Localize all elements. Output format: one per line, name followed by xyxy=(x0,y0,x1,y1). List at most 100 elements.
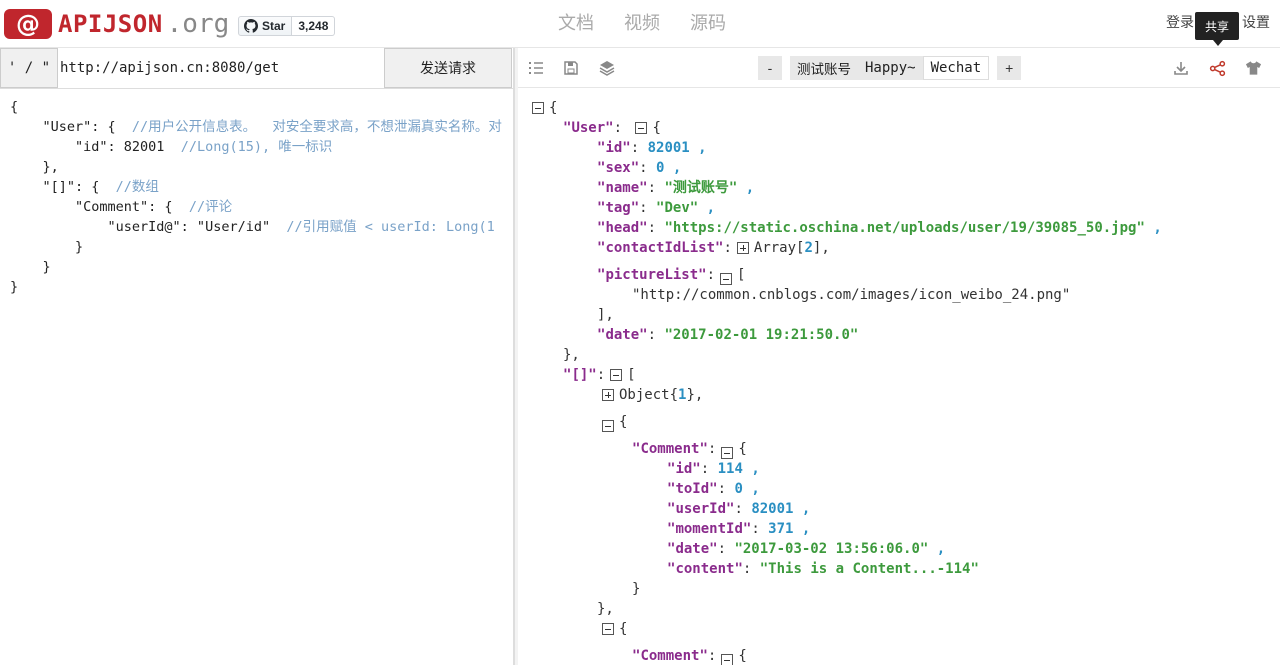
json-value: 114 xyxy=(717,461,743,477)
account-tab-happy[interactable]: Happy~ xyxy=(858,56,923,80)
json-token: " xyxy=(597,140,606,156)
request-code-line: { xyxy=(10,97,513,117)
request-code-text: } xyxy=(10,279,19,295)
request-code-text: "Comment": { xyxy=(10,199,189,215)
send-request-button[interactable]: 发送请求 xyxy=(384,48,512,88)
json-line: " tag ": "Dev" , xyxy=(527,198,1280,218)
json-token: : xyxy=(707,441,717,457)
json-line: " name ": "测试账号" , xyxy=(527,178,1280,198)
json-key: userId xyxy=(675,501,727,517)
github-icon xyxy=(244,19,258,33)
nav-docs[interactable]: 文档 xyxy=(558,10,594,36)
json-token: " xyxy=(667,501,676,517)
json-token: { xyxy=(738,648,747,664)
json-summary: }, xyxy=(686,387,704,403)
json-token: : xyxy=(723,240,732,256)
json-token: , xyxy=(793,521,811,537)
login-link[interactable]: 登录 xyxy=(1166,12,1194,32)
github-star-button[interactable]: Star xyxy=(238,16,293,36)
collapse-toggle-icon[interactable] xyxy=(635,122,648,134)
json-key: id xyxy=(675,461,693,477)
json-key: [] xyxy=(571,367,589,383)
json-token: , xyxy=(742,481,760,497)
collapse-toggle-icon[interactable] xyxy=(721,654,734,665)
json-token: " xyxy=(563,367,572,383)
theme-shirt-icon[interactable] xyxy=(1243,58,1263,78)
json-key: date xyxy=(675,541,710,557)
json-value: 0 xyxy=(656,160,665,176)
collapse-toggle-icon[interactable] xyxy=(532,102,544,114)
account-tab-wechat[interactable]: Wechat xyxy=(922,56,990,80)
expand-toggle-icon[interactable] xyxy=(736,242,749,254)
logo-name: APIJSON xyxy=(58,10,163,38)
collapse-toggle-icon[interactable] xyxy=(720,273,733,285)
json-token: " xyxy=(597,160,606,176)
json-line: }, xyxy=(527,599,1280,619)
github-star-count[interactable]: 3,248 xyxy=(292,16,336,36)
json-token: " xyxy=(667,461,676,477)
json-line: " content ": "This is a Content...-114" xyxy=(527,559,1280,579)
add-account-button[interactable]: + xyxy=(997,56,1022,80)
method-toggle-button[interactable]: ' / " xyxy=(0,48,58,88)
nav-video[interactable]: 视频 xyxy=(624,10,660,36)
request-code-line: "id": 82001 //Long(15), 唯一标识 xyxy=(10,137,513,157)
main-nav: 文档 视频 源码 xyxy=(558,10,756,36)
json-key: Comment xyxy=(640,441,700,457)
json-line: " head ": "https://static.oschina.net/uplo… xyxy=(527,218,1280,238)
json-line: { xyxy=(527,405,1280,432)
json-token: " xyxy=(605,120,614,136)
share-icon[interactable] xyxy=(1207,58,1227,78)
request-code-line: }, xyxy=(10,157,513,177)
remove-account-button[interactable]: - xyxy=(758,56,782,80)
json-value: "This is a Content...-114" xyxy=(759,561,979,577)
save-icon[interactable] xyxy=(561,58,581,78)
request-pane: ' / " 发送请求 { "User": { //用户公开信息表。 对安全要求高… xyxy=(0,48,514,665)
json-value: "2017-02-01 19:21:50.0" xyxy=(664,327,859,343)
download-icon[interactable] xyxy=(1171,58,1191,78)
settings-link[interactable]: 设置 xyxy=(1242,12,1270,32)
request-code-text: }, xyxy=(10,159,59,175)
layers-icon[interactable] xyxy=(597,58,617,78)
json-token: " xyxy=(630,200,640,216)
collapse-toggle-icon[interactable] xyxy=(610,369,623,381)
github-star-label: Star xyxy=(262,19,286,33)
json-token: : xyxy=(717,541,735,557)
json-token: , xyxy=(793,501,811,517)
json-line: " User ": { xyxy=(527,118,1280,138)
expand-toggle-icon[interactable] xyxy=(602,389,614,401)
json-token: , xyxy=(742,461,760,477)
json-token: : xyxy=(700,461,718,477)
json-line: { xyxy=(527,98,1280,118)
response-toolbar: - 测试账号 Happy~ Wechat + xyxy=(518,48,1280,88)
json-token: " xyxy=(632,441,641,457)
json-token: }, xyxy=(563,347,580,363)
collapse-toggle-icon[interactable] xyxy=(602,420,614,432)
url-input[interactable] xyxy=(58,48,384,88)
request-code-text: { xyxy=(10,99,19,115)
account-tab-test[interactable]: 测试账号 xyxy=(790,56,858,80)
response-json-viewer: {" User ": {" id ": 82001 , " sex ": 0 , " name ":… xyxy=(518,88,1280,665)
json-line: " id ": 82001 , xyxy=(527,138,1280,158)
json-line: ], xyxy=(527,305,1280,325)
json-summary: Array[ xyxy=(753,240,805,256)
apijson-logo[interactable]: @ APIJSON .org xyxy=(4,6,229,42)
account-switcher: - 测试账号 Happy~ Wechat + xyxy=(758,56,1022,80)
request-json-editor[interactable]: { "User": { //用户公开信息表。 对安全要求高，不想泄漏真实名称。对… xyxy=(0,89,513,297)
json-token: { xyxy=(619,621,628,637)
collapse-toggle-icon[interactable] xyxy=(721,447,734,459)
request-code-comment: //引用赋值 < userId: Long(1 xyxy=(286,219,495,235)
collapse-toggle-icon[interactable] xyxy=(602,623,614,635)
json-key: momentId xyxy=(675,521,743,537)
format-list-icon[interactable] xyxy=(526,58,546,78)
json-token: } xyxy=(632,581,641,597)
json-token: { xyxy=(738,441,747,457)
json-token: " xyxy=(667,541,676,557)
json-line: " userId ": 82001 , xyxy=(527,499,1280,519)
github-star-widget[interactable]: Star 3,248 xyxy=(238,16,336,36)
json-value: "https://static.oschina.net/uploads/user… xyxy=(664,220,1145,236)
json-value: 82001 xyxy=(751,501,794,517)
nav-source[interactable]: 源码 xyxy=(690,10,726,36)
json-token: " xyxy=(597,327,606,343)
json-token: : xyxy=(639,160,657,176)
json-token: " xyxy=(667,481,676,497)
